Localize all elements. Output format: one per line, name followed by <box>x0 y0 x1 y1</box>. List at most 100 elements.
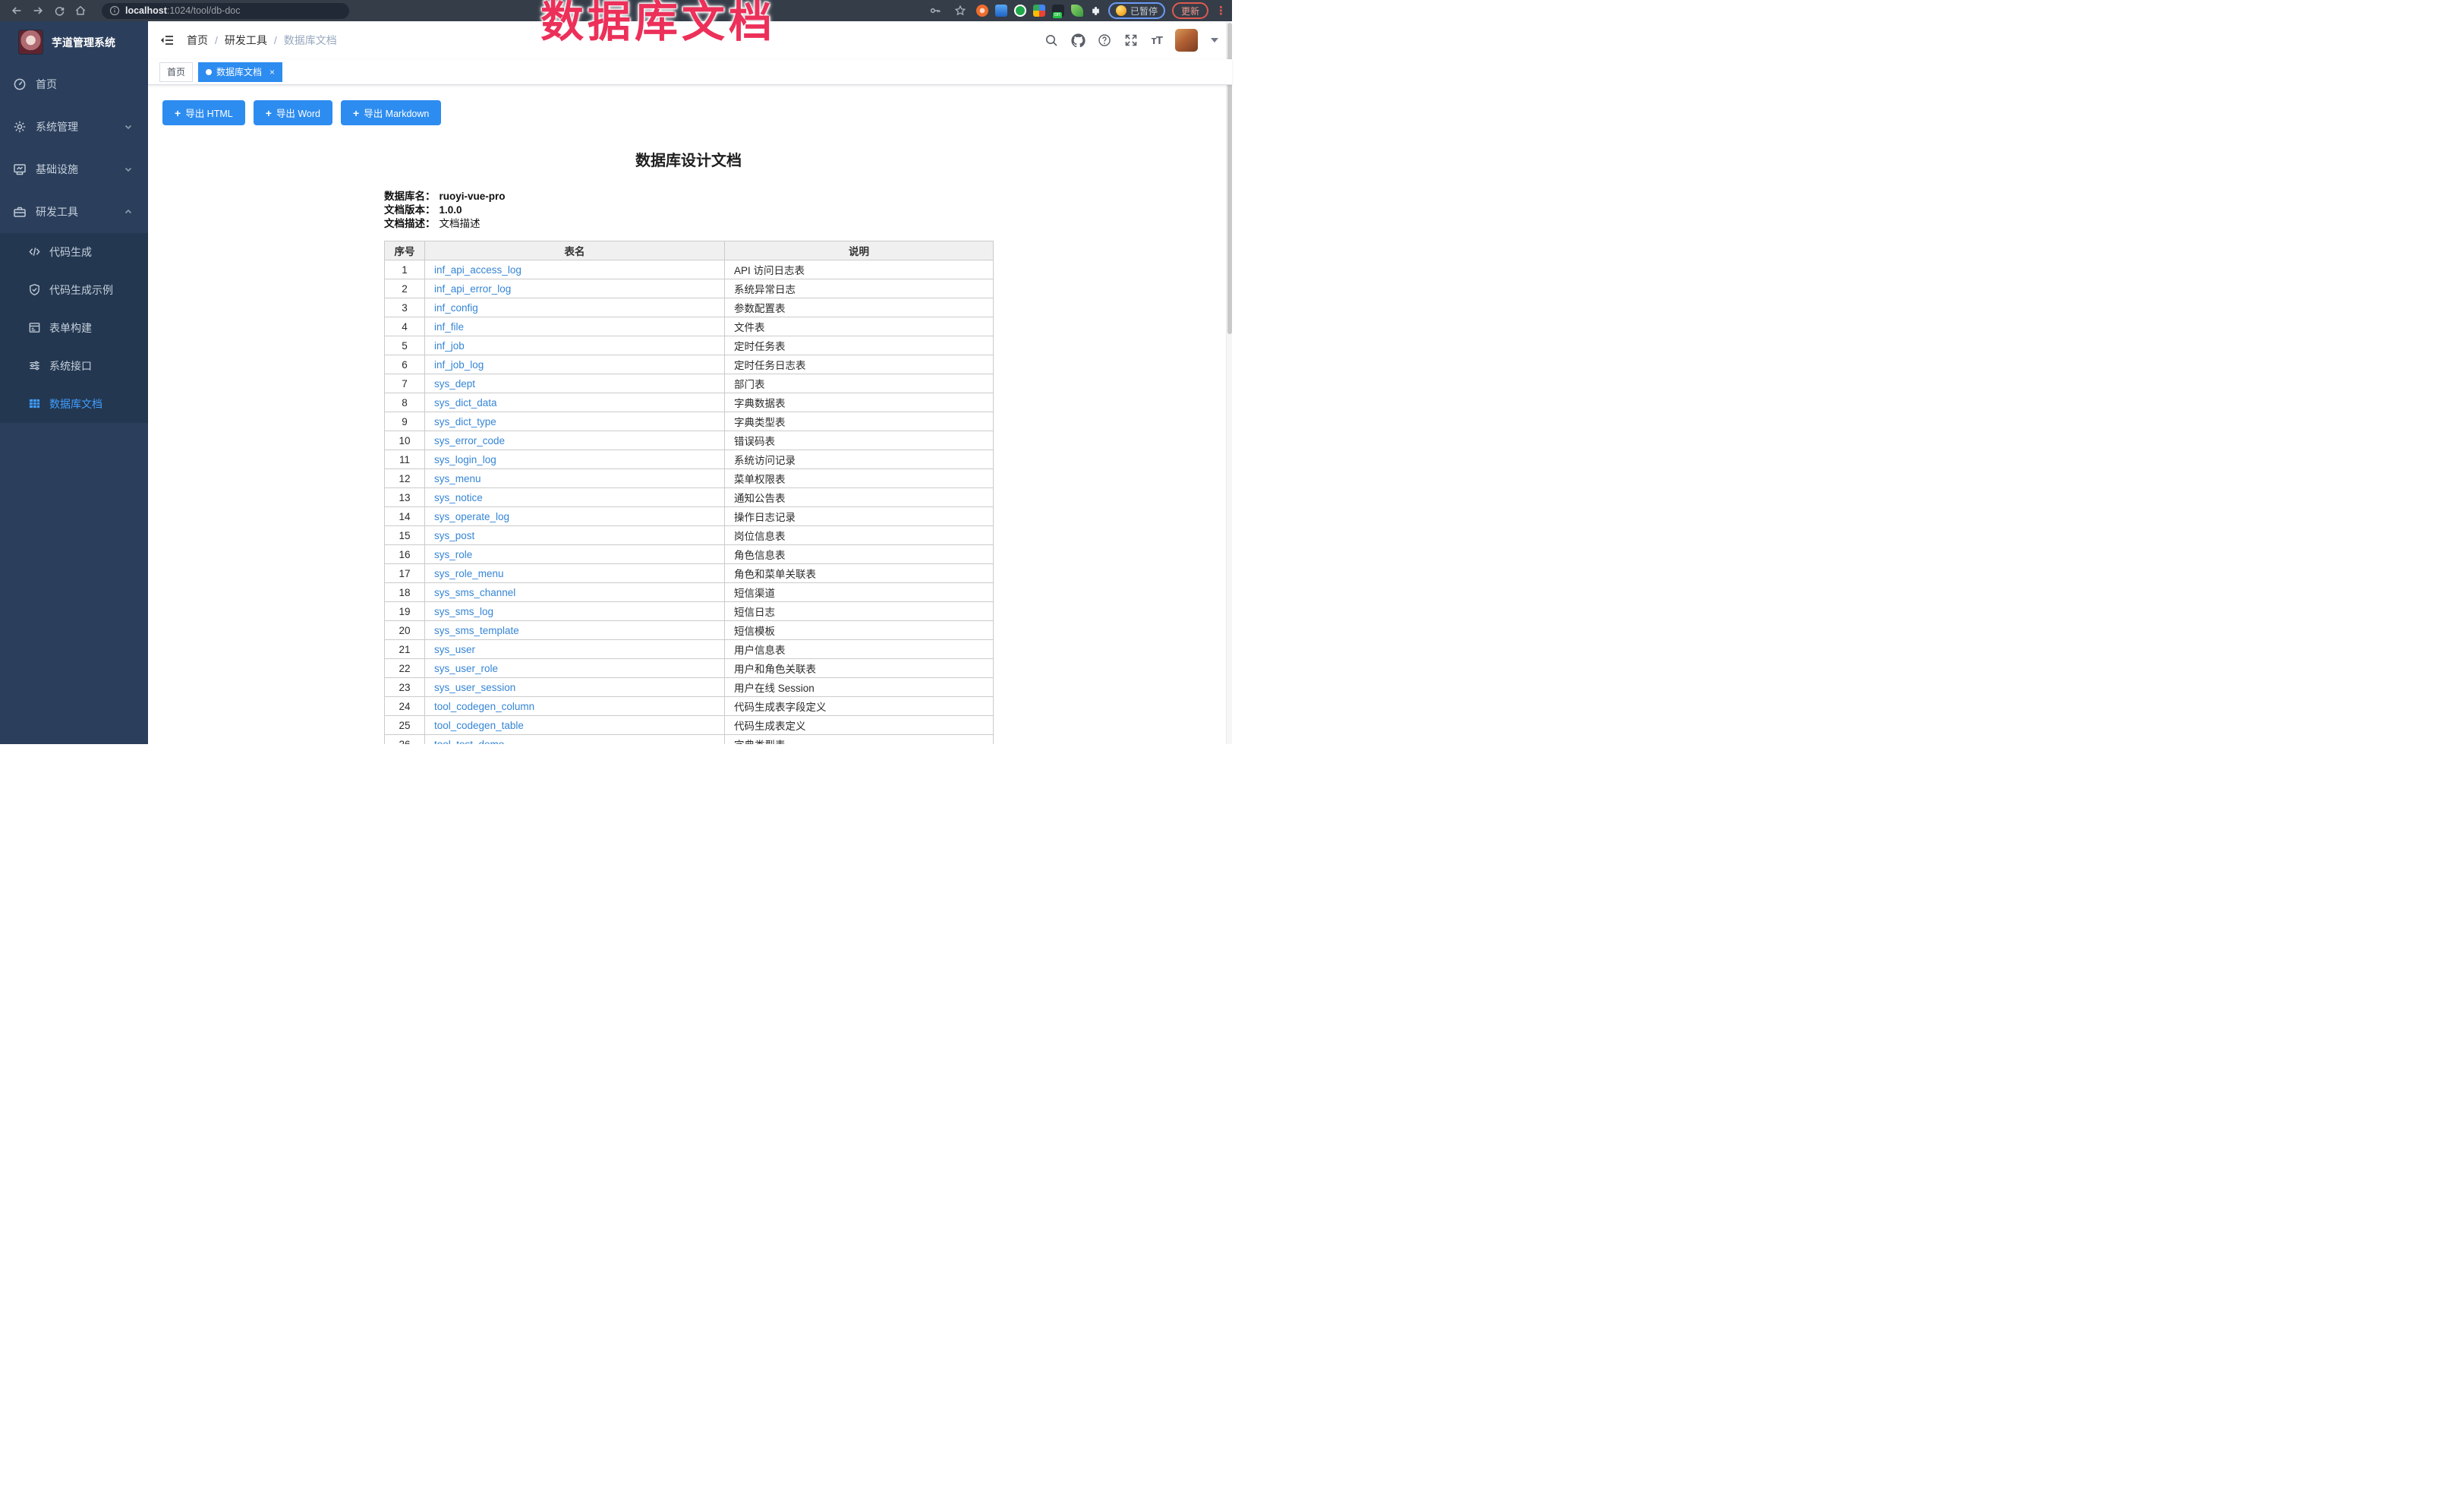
row-number: 22 <box>385 659 425 678</box>
page-scrollbar[interactable] <box>1226 21 1232 744</box>
table-link[interactable]: sys_post <box>434 530 474 541</box>
breadcrumb-devtools[interactable]: 研发工具 <box>225 33 267 48</box>
table-link[interactable]: inf_job <box>434 340 465 352</box>
chevron-down-icon <box>124 122 133 131</box>
sidebar-item-codegen[interactable]: 代码生成 <box>0 233 148 271</box>
export-word-button[interactable]: +导出 Word <box>254 100 332 125</box>
key-icon[interactable] <box>926 2 944 20</box>
emoji-face-icon <box>1116 5 1126 16</box>
form-icon <box>28 321 42 335</box>
browser-back-icon[interactable] <box>8 2 26 20</box>
table-link[interactable]: inf_job_log <box>434 359 484 371</box>
extension-green-check-icon[interactable] <box>1014 5 1026 17</box>
row-number: 13 <box>385 488 425 507</box>
sidebar-item-codegen-example[interactable]: 代码生成示例 <box>0 271 148 309</box>
tag-db-doc[interactable]: 数据库文档 × <box>198 62 282 82</box>
breadcrumb: 首页 / 研发工具 / 数据库文档 <box>187 33 337 48</box>
sidebar-item-system[interactable]: 系统管理 <box>0 106 148 148</box>
breadcrumb-home[interactable]: 首页 <box>187 33 208 48</box>
export-html-button[interactable]: +导出 HTML <box>162 100 245 125</box>
close-tag-icon[interactable]: × <box>269 67 275 77</box>
extension-paused-badge[interactable]: 已暂停 <box>1108 2 1165 19</box>
table-row: 26 tool_test_demo 字典类型表 <box>385 735 994 745</box>
bookmark-star-icon[interactable] <box>951 2 969 20</box>
extension-puzzle-icon[interactable] <box>1090 5 1101 17</box>
table-link[interactable]: inf_file <box>434 321 464 333</box>
browser-chrome: localhost:1024/tool/db-doc on 已暂停 更新 ⋮ <box>0 0 1232 21</box>
user-avatar[interactable] <box>1175 29 1198 52</box>
site-info-icon[interactable] <box>109 5 120 16</box>
table-link[interactable]: tool_codegen_column <box>434 701 534 712</box>
extension-leaf-icon[interactable] <box>1071 5 1083 17</box>
col-header-desc: 说明 <box>725 241 994 260</box>
address-bar[interactable]: localhost:1024/tool/db-doc <box>102 3 349 19</box>
row-number: 26 <box>385 735 425 745</box>
fullscreen-icon[interactable] <box>1124 33 1138 47</box>
extension-orange-icon[interactable] <box>976 5 988 17</box>
row-table-name: sys_user <box>425 640 725 659</box>
export-toolbar: +导出 HTML +导出 Word +导出 Markdown <box>162 100 1232 125</box>
extension-grid-icon[interactable] <box>1033 5 1045 17</box>
table-link[interactable]: tool_codegen_table <box>434 720 524 731</box>
row-description: 部门表 <box>725 374 994 393</box>
table-row: 21 sys_user 用户信息表 <box>385 640 994 659</box>
row-description: 短信日志 <box>725 602 994 621</box>
app-logo-row[interactable]: 芋道管理系统 <box>0 21 148 63</box>
row-table-name: sys_user_role <box>425 659 725 678</box>
table-link[interactable]: sys_user <box>434 644 475 655</box>
table-link[interactable]: sys_sms_template <box>434 625 519 636</box>
extension-on-badge-icon[interactable]: on <box>1052 5 1064 17</box>
table-link[interactable]: sys_menu <box>434 473 481 484</box>
font-size-icon[interactable]: тT <box>1151 34 1162 47</box>
row-number: 10 <box>385 431 425 450</box>
row-number: 7 <box>385 374 425 393</box>
table-link[interactable]: sys_dept <box>434 378 475 390</box>
user-caret-icon[interactable] <box>1211 38 1218 43</box>
browser-forward-icon[interactable] <box>29 2 47 20</box>
browser-reload-icon[interactable] <box>50 2 68 20</box>
doc-meta: 数据库名：ruoyi-vue-pro 文档版本：1.0.0 文档描述：文档描述 <box>384 190 993 231</box>
row-number: 16 <box>385 545 425 564</box>
table-link[interactable]: sys_login_log <box>434 454 496 465</box>
row-number: 18 <box>385 583 425 602</box>
table-link[interactable]: sys_error_code <box>434 435 505 446</box>
sidebar-item-form-builder[interactable]: 表单构建 <box>0 309 148 347</box>
browser-home-icon[interactable] <box>71 2 90 20</box>
extension-blue-icon[interactable] <box>995 5 1007 17</box>
sidebar-item-system-api[interactable]: 系统接口 <box>0 347 148 385</box>
row-number: 19 <box>385 602 425 621</box>
search-icon[interactable] <box>1045 33 1058 47</box>
help-icon[interactable] <box>1098 33 1111 47</box>
sidebar-fold-icon[interactable] <box>159 33 175 48</box>
table-link[interactable]: inf_config <box>434 302 478 314</box>
row-table-name: sys_role_menu <box>425 564 725 583</box>
table-link[interactable]: sys_dict_type <box>434 416 496 427</box>
tag-home[interactable]: 首页 <box>159 62 193 82</box>
table-link[interactable]: sys_user_session <box>434 682 515 693</box>
table-row: 18 sys_sms_channel 短信渠道 <box>385 583 994 602</box>
github-icon[interactable] <box>1071 33 1085 47</box>
row-number: 23 <box>385 678 425 697</box>
browser-menu-icon[interactable]: ⋮ <box>1215 4 1224 17</box>
table-link[interactable]: sys_sms_log <box>434 606 493 617</box>
row-table-name: sys_dict_type <box>425 412 725 431</box>
table-link[interactable]: inf_api_error_log <box>434 283 511 295</box>
sidebar-item-home[interactable]: 首页 <box>0 63 148 106</box>
sidebar-item-db-doc[interactable]: 数据库文档 <box>0 385 148 423</box>
browser-update-button[interactable]: 更新 <box>1172 2 1208 19</box>
export-markdown-button[interactable]: +导出 Markdown <box>341 100 441 125</box>
table-link[interactable]: sys_user_role <box>434 663 498 674</box>
table-link[interactable]: sys_notice <box>434 492 483 503</box>
table-row: 6 inf_job_log 定时任务日志表 <box>385 355 994 374</box>
chevron-down-icon <box>124 165 133 174</box>
sidebar-item-devtools[interactable]: 研发工具 <box>0 191 148 233</box>
sidebar-item-infra[interactable]: 基础设施 <box>0 148 148 191</box>
table-link[interactable]: sys_dict_data <box>434 397 497 409</box>
table-link[interactable]: sys_role <box>434 549 472 560</box>
table-link[interactable]: sys_role_menu <box>434 568 504 579</box>
table-link[interactable]: inf_api_access_log <box>434 264 521 276</box>
table-link[interactable]: sys_sms_channel <box>434 587 515 598</box>
table-link[interactable]: sys_operate_log <box>434 511 509 522</box>
table-link[interactable]: tool_test_demo <box>434 739 504 745</box>
row-description: 操作日志记录 <box>725 507 994 526</box>
